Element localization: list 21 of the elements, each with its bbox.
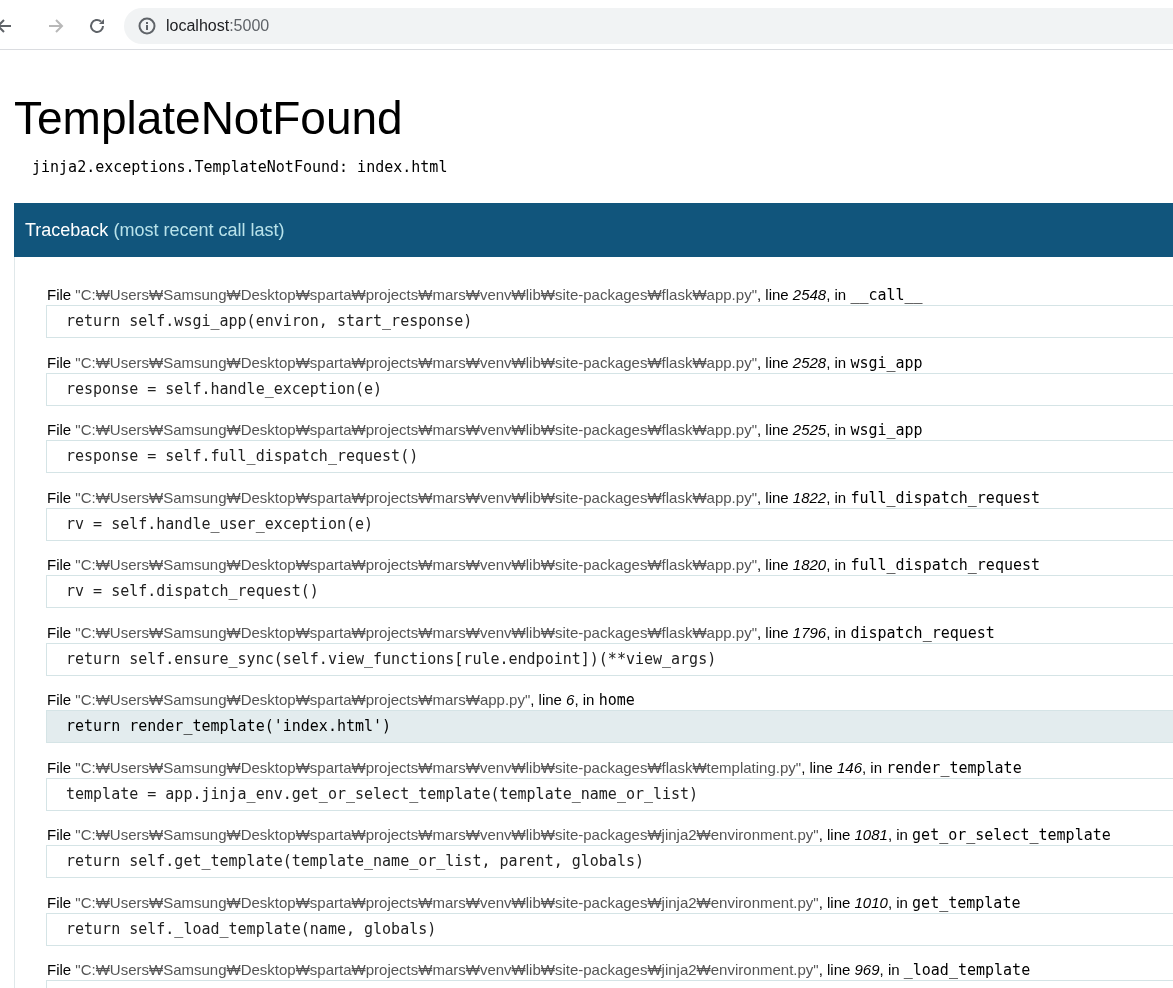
frame-location: File "C:₩Users₩Samsung₩Desktop₩sparta₩projects₩mars₩venv₩lib₩site-packages₩flask₩app.py", line 1822, in full_dispatch_request — [47, 488, 1042, 507]
frame-location: File "C:₩Users₩Samsung₩Desktop₩sparta₩projects₩mars₩venv₩lib₩site-packages₩flask₩app.py", line 1820, in full_dispatch_request — [47, 556, 1042, 574]
traceback-note: (most recent call last) — [113, 220, 285, 240]
frame-location: File "C:₩Users₩Samsung₩Desktop₩sparta₩projects₩mars₩venv₩lib₩site-packages₩flask₩app.py", line 2548, in __call__ — [47, 286, 924, 304]
reload-icon[interactable] — [88, 16, 106, 35]
frame-location: File "C:₩Users₩Samsung₩Desktop₩sparta₩projects₩mars₩venv₩lib₩site-packages₩jinja2₩environment.py", line 1081, in get_or_select_template — [47, 826, 1112, 844]
frame-location: File "C:₩Users₩Samsung₩Desktop₩sparta₩projects₩mars₩venv₩lib₩site-packages₩jinja2₩environment.py", line 969, in _load_template — [47, 961, 1032, 979]
frame-location: File "C:₩Users₩Samsung₩Desktop₩sparta₩projects₩mars₩venv₩lib₩site-packages₩flask₩app.py", line 2525, in wsgi_app — [47, 421, 924, 439]
url-port: :5000 — [229, 16, 270, 35]
frame-location: File "C:₩Users₩Samsung₩Desktop₩sparta₩projects₩mars₩venv₩lib₩site-packages₩flask₩templating.py", line 146, in render_template — [47, 758, 1023, 777]
exception-message: jinja2.exceptions.TemplateNotFound: index.html — [32, 158, 449, 176]
info-icon — [138, 16, 156, 35]
frame-location: File "C:₩Users₩Samsung₩Desktop₩sparta₩projects₩mars₩venv₩lib₩site-packages₩flask₩app.py", line 2528, in wsgi_app — [47, 353, 924, 372]
traceback-heading: Traceback — [25, 220, 109, 240]
frame-location: File "C:₩Users₩Samsung₩Desktop₩sparta₩projects₩mars₩venv₩lib₩site-packages₩flask₩app.py", line 1796, in dispatch_request — [47, 623, 996, 642]
error-title: TemplateNotFound — [14, 91, 404, 146]
back-icon[interactable] — [0, 17, 12, 34]
url-host: localhost — [166, 16, 230, 35]
address-bar[interactable]: localhost:5000 — [124, 7, 1173, 44]
frame-location: File "C:₩Users₩Samsung₩Desktop₩sparta₩projects₩mars₩app.py", line 6, in home — [47, 691, 636, 709]
frame-location: File "C:₩Users₩Samsung₩Desktop₩sparta₩projects₩mars₩venv₩lib₩site-packages₩jinja2₩environment.py", line 1010, in get_template — [47, 893, 1022, 912]
